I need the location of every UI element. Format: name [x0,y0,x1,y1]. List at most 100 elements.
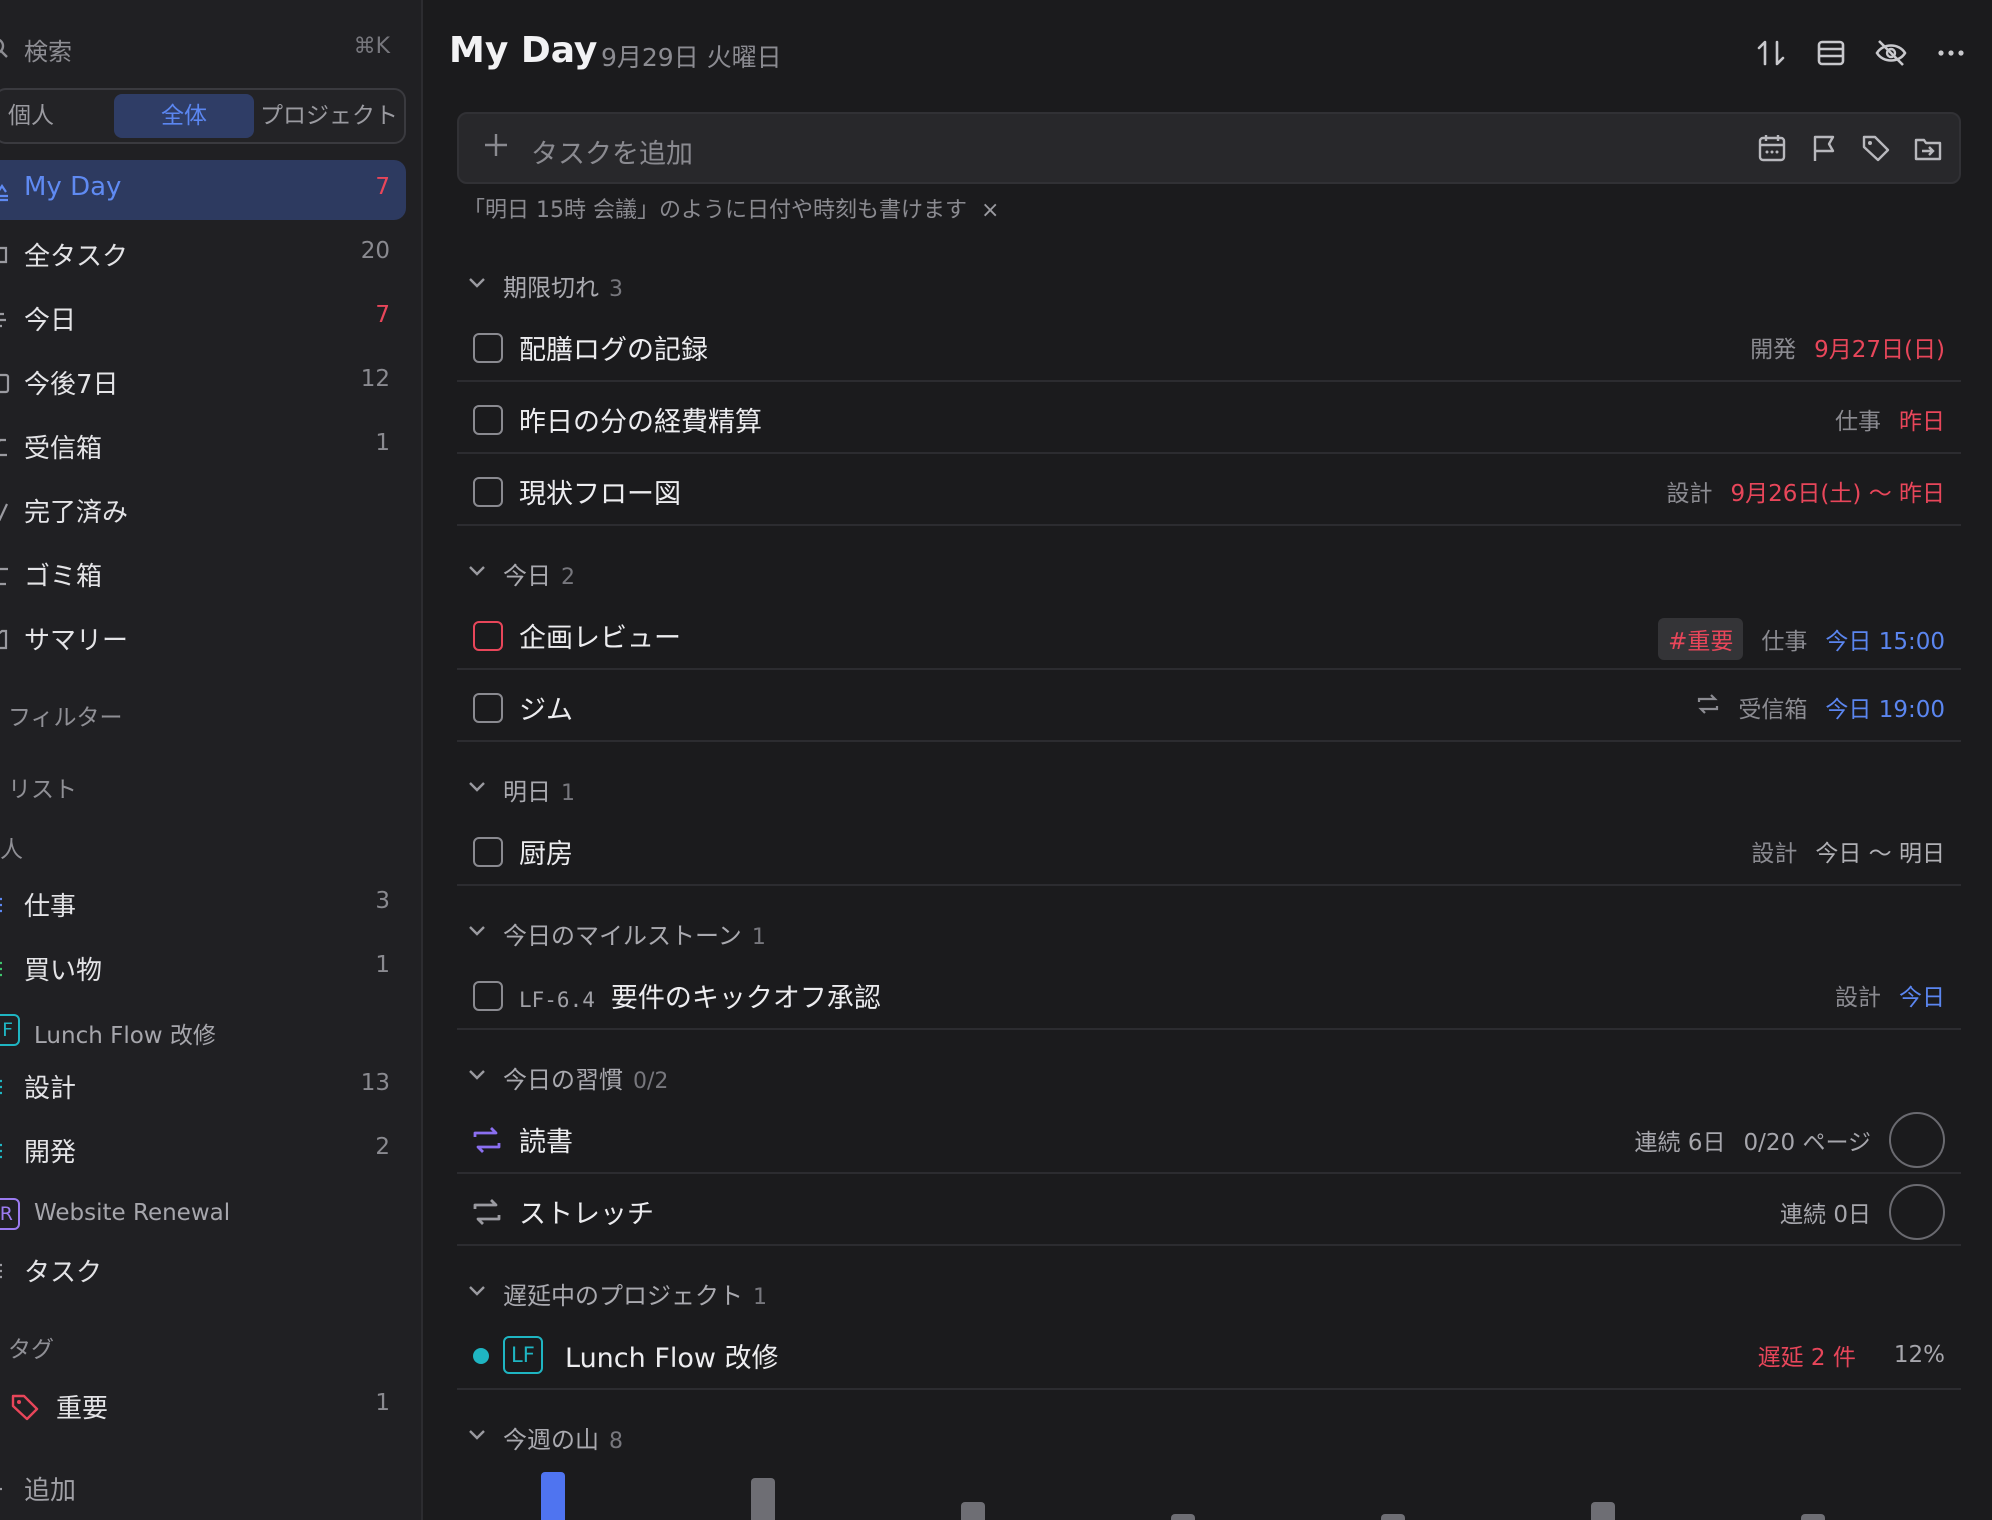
move-to-list-icon[interactable] [1911,130,1945,166]
list-tasks[interactable]: タスク [0,1240,406,1300]
habit-check-button[interactable] [1889,1112,1945,1168]
habit-row[interactable]: 読書 連続 6日 0/20 ページ [457,1104,1961,1174]
task-row[interactable]: 昨日の分の経費精算 仕事 昨日 [457,384,1961,454]
layout-icon[interactable] [1812,34,1850,72]
habit-title: ストレッチ [519,1199,654,1230]
add-button[interactable]: 追加 [0,1458,406,1518]
project-badge: LF [503,1336,543,1374]
page-title: My Day [449,30,598,71]
list-icon [0,894,10,916]
nav-count: 7 [375,174,390,200]
project-row[interactable]: LF Lunch Flow 改修 遅延 2 件 12% [457,1320,1961,1390]
nav-count: 1 [375,952,390,978]
search-label: 検索 [24,38,72,66]
check-icon [0,500,10,522]
nav-all-tasks[interactable]: 全タスク 20 [0,224,406,284]
chevron-down-icon [467,920,487,944]
close-hint-icon[interactable]: × [981,198,999,223]
task-row[interactable]: ジム 受信箱 今日 19:00 [457,672,1961,742]
plus-icon [481,130,511,164]
header-toolbar [1752,34,1970,72]
habit-row[interactable]: ストレッチ 連続 0日 [457,1176,1961,1246]
nav-label: 重要 [56,1394,109,1424]
task-due: 今日 〜 明日 [1815,841,1945,867]
project-status-dot [473,1348,489,1364]
nav-label: サマリー [24,626,129,656]
task-row[interactable]: 厨房 設計 今日 〜 明日 [457,816,1961,886]
scope-tab-project[interactable]: プロジェクト [254,94,404,138]
tags-section[interactable]: タグ [8,1330,54,1364]
nav-summary[interactable]: サマリー [0,608,406,668]
task-checkbox[interactable] [473,837,503,867]
more-icon[interactable] [1932,34,1970,72]
task-row[interactable]: 企画レビュー #重要 仕事 今日 15:00 [457,600,1961,670]
task-project: 設計 [1751,841,1798,867]
nav-my-day[interactable]: My Day 7 [0,160,406,220]
group-name: 今日 [503,562,551,590]
chevron-down-icon [467,1424,487,1448]
task-due: 今日 19:00 [1825,697,1945,723]
group-name: 遅延中のプロジェクト [503,1282,743,1310]
list-icon [0,1260,10,1282]
list-design[interactable]: 設計 13 [0,1056,406,1116]
sort-icon[interactable] [1752,34,1790,72]
task-due: 昨日 [1899,409,1945,435]
task-project: 仕事 [1835,409,1881,435]
task-row[interactable]: LF-6.4 要件のキックオフ承認 設計 今日 [457,960,1961,1030]
input-hint: 「明日 15時 会議」のように日付や時刻も書けます × [463,192,999,224]
project-delay: 遅延 2 件 [1757,1345,1856,1371]
add-task-input[interactable]: タスクを追加 [457,112,1961,184]
scope-tab-personal[interactable]: 個人 [0,94,64,138]
lists-section[interactable]: リスト [8,770,77,804]
add-task-placeholder: タスクを追加 [531,139,693,170]
hide-completed-icon[interactable] [1872,34,1910,72]
chevron-down-icon [467,272,487,296]
nav-count: 13 [360,1070,390,1096]
list-icon [0,1076,10,1098]
list-shopping[interactable]: 買い物 1 [0,938,406,998]
project-badge: F [0,1014,20,1046]
chevron-down-icon [467,776,487,800]
nav-next-7-days[interactable]: 今後7日 12 [0,352,406,412]
sun-icon [0,180,10,202]
sidebar-search[interactable]: 検索 ⌘K [0,28,400,68]
project-percent: 12% [1893,1342,1945,1368]
nav-inbox[interactable]: 受信箱 1 [0,416,406,476]
nav-label: 買い物 [24,956,103,986]
list-development[interactable]: 開発 2 [0,1120,406,1180]
habit-check-button[interactable] [1889,1184,1945,1240]
nav-trash[interactable]: ゴミ箱 [0,544,406,604]
tag-important[interactable]: 重要 1 [0,1376,406,1436]
nav-completed[interactable]: 完了済み [0,480,406,540]
filters-section[interactable]: フィルター [8,698,123,732]
flag-icon[interactable] [1807,130,1841,166]
task-checkbox[interactable] [473,477,503,507]
task-checkbox[interactable] [473,981,503,1011]
summary-icon [0,628,10,650]
task-tag[interactable]: #重要 [1658,618,1744,660]
nav-label: 受信箱 [24,434,103,464]
task-checkbox[interactable] [473,405,503,435]
task-row[interactable]: 現状フロー図 設計 9月26日(土) 〜 昨日 [457,456,1961,526]
habit-streak: 連続 0日 [1780,1202,1871,1228]
group-count: 8 [609,1429,623,1454]
scope-tab-all[interactable]: 全体 [114,94,254,138]
nav-label: タスク [24,1258,103,1288]
task-checkbox[interactable] [473,621,503,651]
task-code: LF-6.4 [519,988,595,1012]
search-icon [0,36,12,64]
tag-icon[interactable] [1859,130,1893,166]
add-label: 追加 [24,1476,77,1506]
group-count: 0/2 [633,1069,669,1094]
nav-today[interactable]: 今日 7 [0,288,406,348]
personal-section[interactable]: 人 [0,830,23,864]
chevron-down-icon [467,1280,487,1304]
list-work[interactable]: 仕事 3 [0,874,406,934]
nav-count: 2 [375,1134,390,1160]
task-row[interactable]: 配膳ログの記録 開発 9月27日(日) [457,312,1961,382]
task-checkbox[interactable] [473,333,503,363]
project-title: Lunch Flow 改修 [565,1343,779,1374]
calendar-icon[interactable] [1755,130,1789,166]
task-checkbox[interactable] [473,693,503,723]
sidebar: 検索 ⌘K 個人 全体 プロジェクト My Day 7 全タスク 20 今日 7… [0,0,423,1520]
